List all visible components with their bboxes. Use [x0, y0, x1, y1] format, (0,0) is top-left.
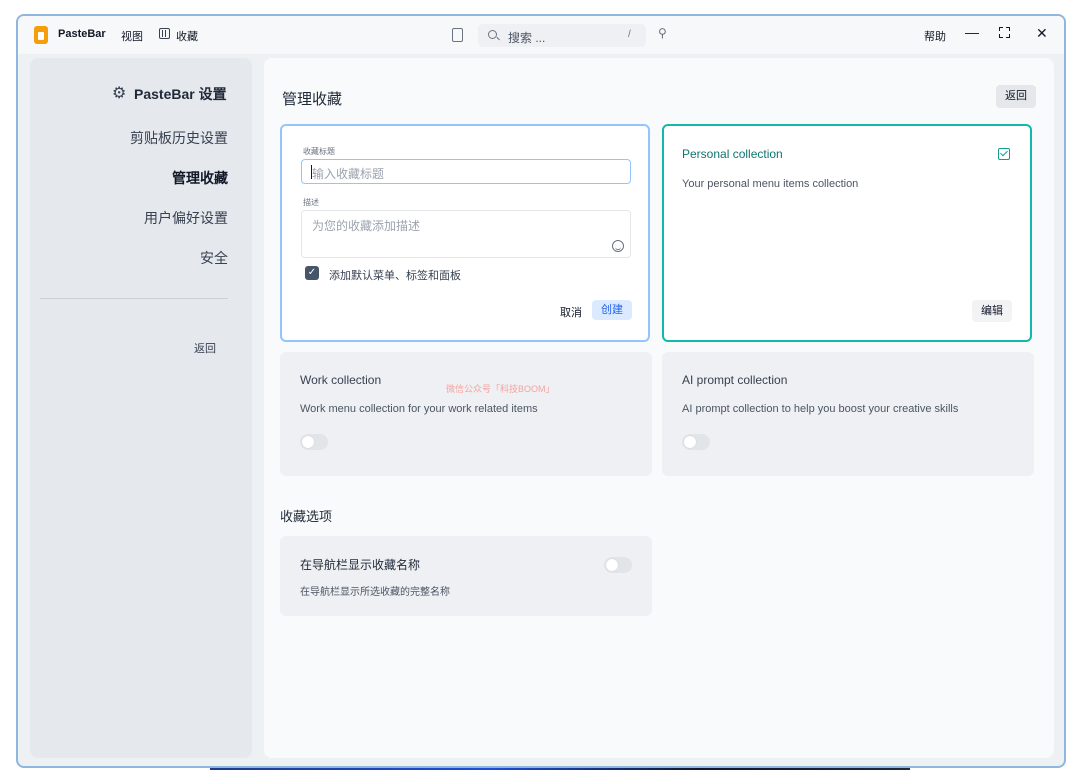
collections-icon [159, 28, 170, 39]
clip-icon[interactable] [452, 28, 463, 42]
option-title: 在导航栏显示收藏名称 [300, 558, 421, 572]
pin-icon[interactable]: ⚲ [658, 26, 667, 40]
collection-description: AI prompt collection to help you boost y… [682, 403, 959, 415]
selected-check-icon[interactable] [998, 148, 1010, 160]
sidebar-item-user-preferences[interactable]: 用户偏好设置 [144, 208, 228, 228]
page-title: 管理收藏 [282, 91, 343, 108]
search-input[interactable]: 搜索 ... / [478, 24, 646, 47]
collection-description-input[interactable]: 为您的收藏添加描述 [301, 210, 631, 258]
help-button[interactable]: 帮助 [924, 28, 946, 44]
watermark-text: 微信公众号「科技BOOM」 [446, 384, 555, 394]
back-button[interactable]: 返回 [996, 85, 1036, 108]
close-button[interactable]: ✕ [1036, 25, 1048, 42]
main-content: 管理收藏 返回 收藏标题 输入收藏标题 描述 为您的收藏添加描述 ✓ 添加默认菜… [264, 58, 1054, 758]
app-window: PasteBar 视图 收藏 搜索 ... / ⚲ 帮助 — ✕ ⚙ Paste… [16, 14, 1066, 768]
collection-description: Work menu collection for your work relat… [300, 403, 538, 415]
option-description: 在导航栏显示所选收藏的完整名称 [300, 587, 450, 598]
minimize-button[interactable]: — [965, 24, 979, 40]
option-card-show-name: 在导航栏显示收藏名称 在导航栏显示所选收藏的完整名称 [280, 536, 652, 616]
search-icon [488, 30, 497, 39]
collection-card-personal[interactable]: Personal collection Your personal menu i… [662, 124, 1032, 342]
add-defaults-label: 添加默认菜单、标签和面板 [329, 270, 461, 282]
collection-title-input[interactable]: 输入收藏标题 [301, 159, 631, 184]
menu-collections[interactable]: 收藏 [176, 28, 198, 44]
collection-description: Your personal menu items collection [682, 178, 859, 190]
collection-card-work[interactable]: Work collection 微信公众号「科技BOOM」 Work menu … [280, 352, 652, 476]
ai-collection-toggle[interactable] [682, 434, 710, 450]
description-field-label: 描述 [303, 198, 319, 207]
work-collection-toggle[interactable] [300, 434, 328, 450]
menu-view[interactable]: 视图 [121, 28, 143, 44]
emoji-icon[interactable] [612, 240, 624, 252]
options-section-title: 收藏选项 [280, 509, 333, 524]
search-shortcut: / [628, 29, 631, 40]
description-placeholder: 为您的收藏添加描述 [312, 219, 421, 233]
collection-card-ai-prompt[interactable]: AI prompt collection AI prompt collectio… [662, 352, 1034, 476]
sidebar-divider [40, 298, 228, 299]
cancel-button[interactable]: 取消 [560, 304, 582, 320]
gear-icon: ⚙ [112, 85, 127, 102]
settings-sidebar: ⚙ PasteBar 设置 剪贴板历史设置 管理收藏 用户偏好设置 安全 返回 [30, 58, 252, 758]
show-name-toggle[interactable] [604, 557, 632, 573]
pastebar-logo-icon [34, 26, 48, 44]
search-placeholder: 搜索 ... [508, 31, 546, 45]
collection-title: Personal collection [682, 147, 783, 161]
add-defaults-checkbox[interactable]: ✓ [305, 266, 319, 280]
sidebar-back-button[interactable]: 返回 [194, 340, 216, 356]
collection-title: AI prompt collection [682, 373, 788, 387]
title-field-label: 收藏标题 [303, 147, 335, 156]
collection-title: Work collection [300, 373, 382, 387]
sidebar-item-security[interactable]: 安全 [200, 248, 228, 268]
sidebar-item-clipboard-history[interactable]: 剪贴板历史设置 [130, 128, 228, 148]
create-button[interactable]: 创建 [592, 300, 632, 320]
settings-title: PasteBar 设置 [134, 86, 227, 102]
sidebar-item-manage-collections[interactable]: 管理收藏 [172, 168, 228, 188]
edit-button[interactable]: 编辑 [972, 300, 1012, 322]
app-name: PasteBar [58, 28, 106, 40]
new-collection-card: 收藏标题 输入收藏标题 描述 为您的收藏添加描述 ✓ 添加默认菜单、标签和面板 … [280, 124, 650, 342]
title-bar: PasteBar 视图 收藏 搜索 ... / ⚲ 帮助 — ✕ [18, 16, 1064, 54]
maximize-icon[interactable] [999, 27, 1010, 38]
